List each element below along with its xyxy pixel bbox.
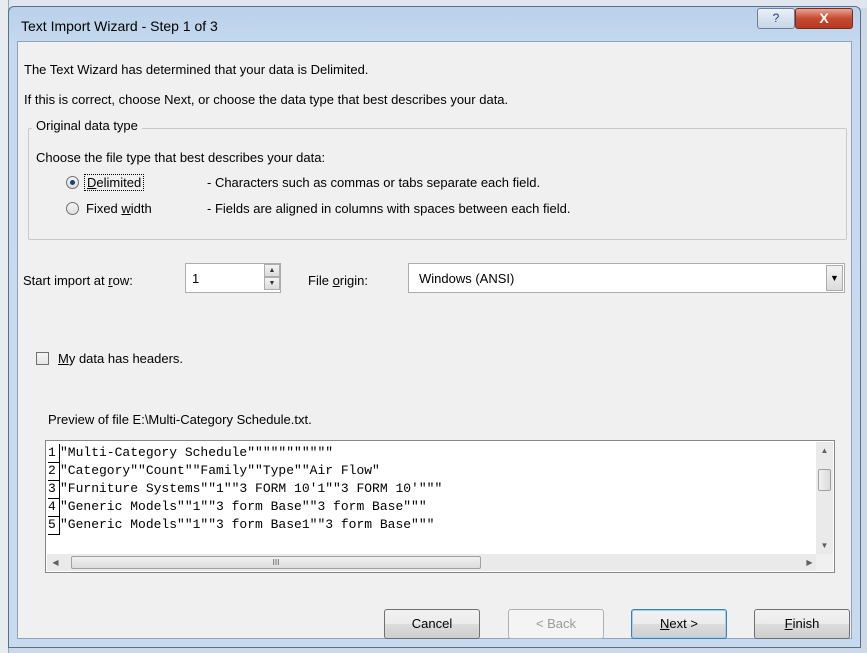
preview-row: 4 "Generic Models""1""3 form Base""3 form… <box>48 498 442 517</box>
file-preview[interactable]: 1 "Multi-Category Schedule""""""""""" 2 "C… <box>45 440 835 573</box>
title-bar[interactable]: Text Import Wizard - Step 1 of 3 ? X <box>9 7 860 41</box>
horizontal-scrollbar[interactable]: ◀ III ▶ <box>47 554 818 571</box>
intro-line-1: The Text Wizard has determined that your… <box>24 62 369 77</box>
preview-rows: 1 "Multi-Category Schedule""""""""""" 2 "C… <box>48 444 442 535</box>
spin-down-icon[interactable]: ▼ <box>264 277 280 290</box>
vertical-scroll-thumb[interactable] <box>818 469 831 491</box>
back-button[interactable]: < Back <box>508 609 604 639</box>
group-legend: Original data type <box>32 118 142 133</box>
next-button[interactable]: Next > <box>631 609 727 639</box>
preview-label: Preview of file E:\Multi-Category Schedu… <box>48 412 312 427</box>
spin-up-icon[interactable]: ▲ <box>264 264 280 277</box>
preview-row: 1 "Multi-Category Schedule""""""""""" <box>48 444 442 463</box>
delimited-radio[interactable] <box>66 176 79 189</box>
close-button[interactable]: X <box>795 8 853 29</box>
horizontal-scroll-thumb[interactable]: III <box>71 556 481 569</box>
preview-row: 3 "Furniture Systems""1""3 FORM 10'1""3 F… <box>48 480 442 499</box>
start-row-spinner[interactable]: ▲ ▼ <box>264 264 280 292</box>
dialog-title: Text Import Wizard - Step 1 of 3 <box>21 18 218 34</box>
cancel-button[interactable]: Cancel <box>384 609 480 639</box>
scroll-grip-icon: III <box>272 558 280 567</box>
scroll-down-icon[interactable]: ▼ <box>816 537 833 554</box>
preview-row: 5 "Generic Models""1""3 form Base1""3 for… <box>48 516 442 535</box>
delimited-label[interactable]: Delimited <box>84 174 145 191</box>
scroll-up-icon[interactable]: ▲ <box>816 442 833 459</box>
start-row-label: Start import at row: <box>23 273 133 288</box>
vertical-scrollbar[interactable]: ▲ ▼ <box>816 442 833 554</box>
fixed-width-label[interactable]: Fixed width <box>86 201 152 216</box>
preview-row: 2 "Category""Count""Family""Type""Air Flo… <box>48 462 442 481</box>
finish-button[interactable]: Finish <box>754 609 850 639</box>
chevron-down-icon[interactable]: ▼ <box>826 265 843 291</box>
scroll-left-icon[interactable]: ◀ <box>47 554 64 571</box>
dialog-body: The Text Wizard has determined that your… <box>17 41 852 639</box>
delimited-description: - Characters such as commas or tabs sepa… <box>207 175 541 190</box>
close-icon: X <box>819 10 829 26</box>
headers-checkbox-label[interactable]: My data has headers. <box>58 351 183 366</box>
help-button[interactable]: ? <box>757 8 795 29</box>
intro-line-2: If this is correct, choose Next, or choo… <box>24 92 509 107</box>
file-origin-label: File origin: <box>308 273 368 288</box>
file-origin-select[interactable]: Windows (ANSI) ▼ <box>408 263 845 293</box>
fixed-width-description: - Fields are aligned in columns with spa… <box>207 201 571 216</box>
scrollbar-corner <box>816 554 833 571</box>
fixed-width-radio[interactable] <box>66 202 79 215</box>
help-icon: ? <box>772 11 780 25</box>
text-import-wizard-dialog: Text Import Wizard - Step 1 of 3 ? X The… <box>8 6 861 648</box>
headers-checkbox[interactable] <box>36 352 49 365</box>
file-type-prompt: Choose the file type that best describes… <box>36 150 326 165</box>
file-origin-value: Windows (ANSI) <box>419 271 515 286</box>
